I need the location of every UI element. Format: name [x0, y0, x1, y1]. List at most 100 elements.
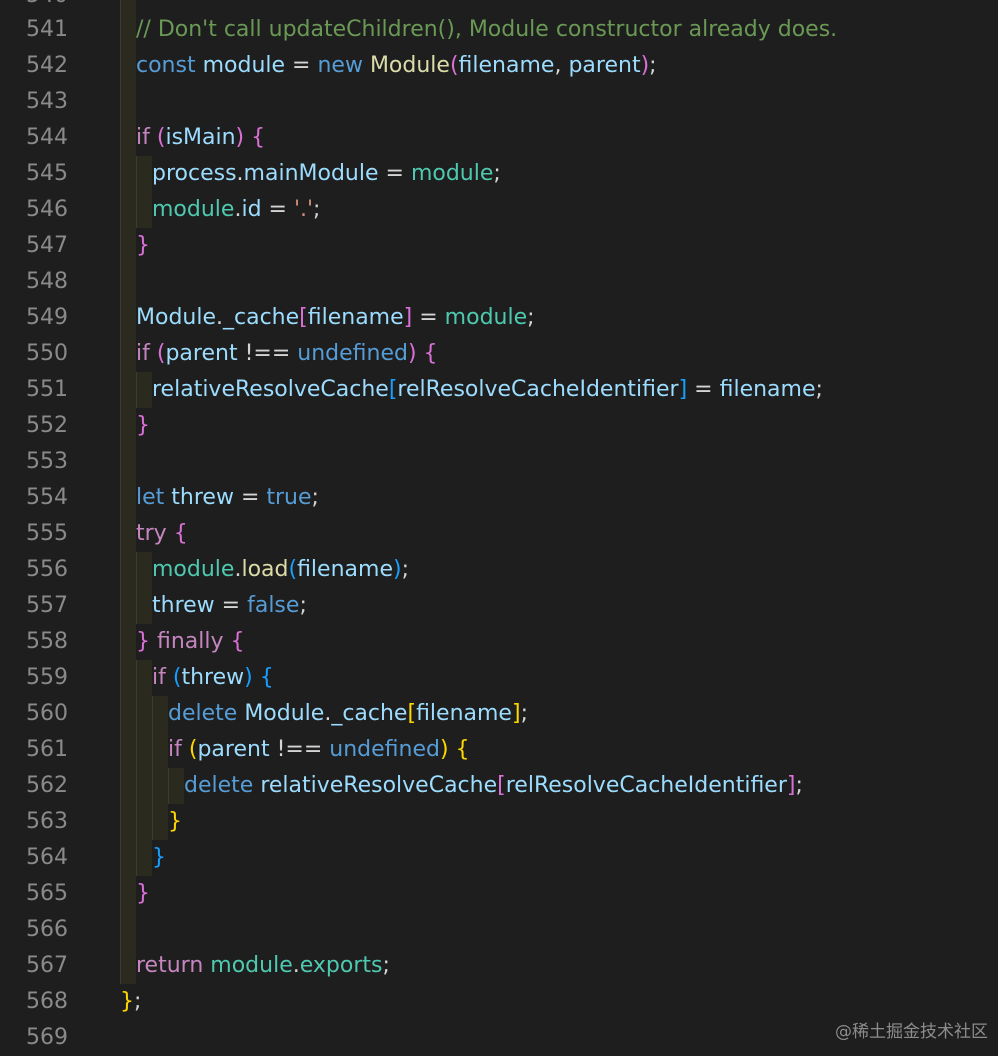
code-line[interactable]: 555 try {	[0, 516, 998, 552]
code-token: }	[136, 881, 150, 906]
code-token: parent	[197, 737, 270, 762]
code-line[interactable]: 557 threw = false;	[0, 588, 998, 624]
code-token: threw	[171, 485, 234, 510]
code-token: =	[285, 53, 318, 78]
code-line[interactable]: 556 module.load(filename);	[0, 552, 998, 588]
code-text[interactable]: const module = new Module(filename, pare…	[136, 48, 657, 84]
code-token: ;	[134, 989, 142, 1014]
code-token: _cache	[331, 701, 408, 726]
code-token: [	[407, 701, 417, 726]
code-text[interactable]: if (threw) {	[152, 660, 274, 696]
code-token: Module	[244, 701, 325, 726]
code-line[interactable]: 560 delete Module._cache[filename];	[0, 696, 998, 732]
code-line[interactable]: 559 if (threw) {	[0, 660, 998, 696]
code-token: parent	[165, 341, 238, 366]
code-token: finally	[157, 629, 224, 654]
code-line[interactable]: 548	[0, 264, 998, 300]
code-token: Module	[136, 305, 216, 330]
line-number: 556	[26, 557, 68, 582]
code-line[interactable]: 566	[0, 912, 998, 948]
code-line[interactable]: 545 process.mainModule = module;	[0, 156, 998, 192]
line-number: 567	[26, 953, 68, 978]
line-number: 542	[26, 53, 68, 78]
code-text[interactable]: // Don't call updateChildren(), Module c…	[136, 12, 837, 48]
code-line[interactable]: 546 module.id = '.';	[0, 192, 998, 228]
line-number: 547	[26, 233, 68, 258]
line-number: 544	[26, 125, 68, 150]
code-token: =	[412, 305, 445, 330]
code-line[interactable]: 558} finally {	[0, 624, 998, 660]
code-text[interactable]: if (isMain) {	[136, 120, 265, 156]
code-line[interactable]: 544 if (isMain) {	[0, 120, 998, 156]
code-line[interactable]: 568};	[0, 984, 998, 1020]
code-text[interactable]: try {	[136, 516, 188, 552]
code-text[interactable]: }	[168, 804, 182, 840]
line-number: 553	[26, 449, 68, 474]
code-lines[interactable]: 541 // Don't call updateChildren(), Modul…	[0, 0, 998, 1050]
code-text[interactable]: delete Module._cache[filename];	[168, 696, 528, 732]
code-text[interactable]: module.load(filename);	[152, 552, 409, 588]
code-token: delete	[184, 773, 254, 798]
code-text[interactable]: if (parent !== undefined) {	[136, 336, 438, 372]
code-text[interactable]: };	[120, 984, 141, 1020]
code-token: =	[687, 377, 720, 402]
code-text[interactable]: }	[136, 408, 150, 444]
code-line[interactable]: 564}	[0, 840, 998, 876]
code-line[interactable]: 551 relativeResolveCache[relResolveCacheI…	[0, 372, 998, 408]
code-line[interactable]: 554 let threw = true;	[0, 480, 998, 516]
code-line[interactable]: 561 if (parent !== undefined) {	[0, 732, 998, 768]
code-text[interactable]: Module._cache[filename] = module;	[136, 300, 535, 336]
code-token: ]	[403, 305, 413, 330]
code-text[interactable]: } finally {	[136, 624, 245, 660]
code-token: module	[152, 197, 235, 222]
code-line[interactable]: 553	[0, 444, 998, 480]
code-line[interactable]: 552}	[0, 408, 998, 444]
code-line[interactable]: 562 delete relativeResolveCache[relResolv…	[0, 768, 998, 804]
code-token: relResolveCacheIdentifier	[505, 773, 787, 798]
code-line[interactable]: 542 const module = new Module(filename, p…	[0, 48, 998, 84]
code-line[interactable]: 567 return module.exports;	[0, 948, 998, 984]
code-token: filename	[297, 557, 393, 582]
code-line[interactable]: 541 // Don't call updateChildren(), Modul…	[0, 12, 998, 48]
code-text[interactable]: delete relativeResolveCache[relResolveCa…	[184, 768, 803, 804]
code-token: ]	[511, 701, 521, 726]
code-text[interactable]: if (parent !== undefined) {	[168, 732, 470, 768]
code-line[interactable]: 563}	[0, 804, 998, 840]
code-token: new	[317, 53, 363, 78]
code-line[interactable]: 547}	[0, 228, 998, 264]
line-number: 562	[26, 773, 68, 798]
code-line[interactable]: 565}	[0, 876, 998, 912]
code-token: module	[210, 953, 293, 978]
code-token: ;	[815, 377, 823, 402]
code-token: {	[455, 737, 470, 762]
code-text[interactable]: }	[136, 876, 150, 912]
code-token: relativeResolveCache	[260, 773, 498, 798]
code-text[interactable]: module.id = '.';	[152, 192, 320, 228]
line-number: 555	[26, 521, 68, 546]
line-number: 550	[26, 341, 68, 366]
line-number: 566	[26, 917, 68, 942]
code-token: .	[216, 305, 223, 330]
code-text[interactable]: process.mainModule = module;	[152, 156, 501, 192]
code-line[interactable]: 543	[0, 84, 998, 120]
code-text[interactable]: return module.exports;	[136, 948, 390, 984]
code-token: ;	[401, 557, 409, 582]
code-text[interactable]: relativeResolveCache[relResolveCacheIden…	[152, 372, 823, 408]
line-number: 564	[26, 845, 68, 870]
code-editor[interactable]: 540 541// Don't call updateChildren(), M…	[0, 0, 998, 1050]
code-line[interactable]: 549 Module._cache[filename] = module;	[0, 300, 998, 336]
code-text[interactable]: }	[136, 228, 150, 264]
line-number: 551	[26, 377, 68, 402]
code-token: {	[230, 629, 245, 654]
code-token: !==	[237, 341, 298, 366]
code-text[interactable]: threw = false;	[152, 588, 307, 624]
code-text[interactable]: }	[152, 840, 166, 876]
code-line[interactable]: 550 if (parent !== undefined) {	[0, 336, 998, 372]
code-token: )	[235, 125, 245, 150]
code-text[interactable]: let threw = true;	[136, 480, 319, 516]
code-token: {	[251, 125, 266, 150]
